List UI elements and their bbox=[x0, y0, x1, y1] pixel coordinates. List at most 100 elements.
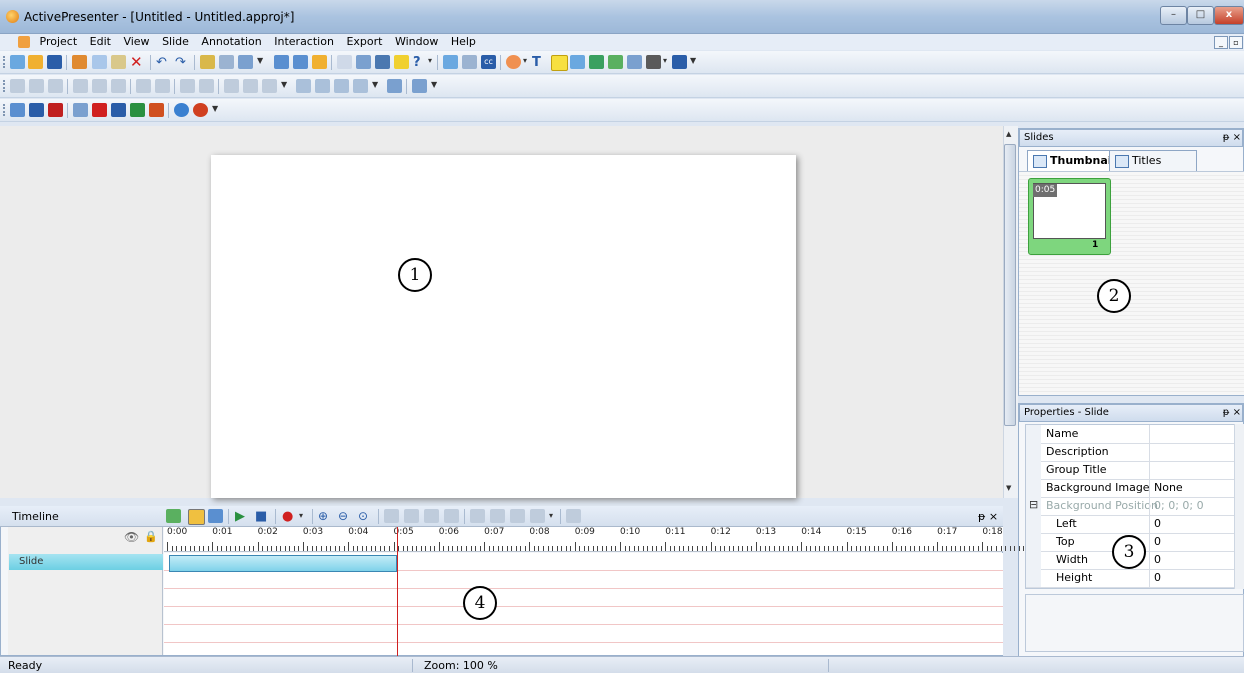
menu-view[interactable]: View bbox=[123, 34, 149, 50]
menu-edit[interactable]: Edit bbox=[90, 34, 111, 50]
playhead[interactable] bbox=[397, 527, 398, 656]
timeline-slide-icon[interactable] bbox=[166, 509, 181, 523]
menu-window[interactable]: Window bbox=[395, 34, 438, 50]
maximize-button[interactable]: □ bbox=[1187, 6, 1214, 25]
zoom-n-pan-icon[interactable] bbox=[608, 55, 623, 69]
spotlight-icon[interactable] bbox=[570, 55, 585, 69]
export-video-icon[interactable] bbox=[29, 103, 44, 117]
slides-panel-pin-close[interactable]: ᵽ × bbox=[1223, 130, 1241, 145]
property-row[interactable]: Group Title bbox=[1026, 461, 1236, 480]
timeline-sync-icon[interactable] bbox=[208, 509, 223, 523]
audio-adjust-icon[interactable] bbox=[530, 509, 545, 523]
record-screen-icon[interactable] bbox=[274, 55, 289, 69]
timeline-ruler[interactable]: 0:00 0:01 0:02 0:03 0:04 0:05 0:06 0:07 0:08 0:09… bbox=[164, 527, 1025, 552]
record-icon[interactable]: ● bbox=[282, 509, 297, 524]
close-button[interactable]: x bbox=[1214, 6, 1244, 25]
split-icon[interactable] bbox=[444, 509, 459, 523]
group-icon[interactable] bbox=[387, 79, 402, 93]
chevron-down-icon[interactable]: ▾ bbox=[523, 56, 527, 65]
open-icon[interactable] bbox=[28, 55, 43, 69]
align-center-icon[interactable] bbox=[29, 79, 44, 93]
import-icon[interactable] bbox=[312, 55, 327, 69]
menu-slide[interactable]: Slide bbox=[162, 34, 189, 50]
scorm-icon[interactable] bbox=[174, 103, 189, 117]
lock-icon[interactable]: 🔒 bbox=[144, 530, 158, 543]
note-icon[interactable] bbox=[394, 55, 409, 69]
same-width-icon[interactable] bbox=[224, 79, 239, 93]
chevron-down-icon[interactable]: ▼ bbox=[690, 56, 696, 65]
align-bottom-icon[interactable] bbox=[111, 79, 126, 93]
cut-icon[interactable] bbox=[72, 55, 87, 69]
shape-icon[interactable] bbox=[506, 55, 521, 69]
export-pdf-icon[interactable] bbox=[92, 103, 107, 117]
same-size-icon[interactable] bbox=[262, 79, 277, 93]
zoom-in-icon[interactable]: ⊕ bbox=[318, 509, 333, 523]
export-html-icon[interactable] bbox=[73, 103, 88, 117]
find-icon[interactable] bbox=[238, 55, 253, 69]
crop-icon[interactable] bbox=[462, 55, 477, 69]
property-value[interactable]: 0 bbox=[1154, 571, 1161, 584]
minimize-button[interactable]: – bbox=[1160, 6, 1187, 25]
chevron-down-icon[interactable]: ▼ bbox=[372, 80, 378, 89]
text-caption-icon[interactable] bbox=[356, 55, 371, 69]
property-row[interactable]: Height 0 bbox=[1026, 569, 1236, 588]
tab-titles[interactable]: Titles bbox=[1109, 150, 1197, 171]
bring-front-icon[interactable] bbox=[296, 79, 311, 93]
timeline-loop-icon[interactable] bbox=[188, 509, 205, 525]
chevron-down-icon[interactable]: ▾ bbox=[428, 56, 432, 65]
chevron-down-icon[interactable]: ▼ bbox=[431, 80, 437, 89]
redo-icon[interactable]: ↷ bbox=[175, 55, 190, 70]
send-back-icon[interactable] bbox=[315, 79, 330, 93]
insert-time-icon[interactable] bbox=[384, 509, 399, 523]
chevron-down-icon[interactable]: ▾ bbox=[663, 56, 667, 65]
stop-icon[interactable]: ■ bbox=[255, 509, 270, 524]
toolbar-grip[interactable] bbox=[3, 80, 7, 92]
menu-interaction[interactable]: Interaction bbox=[274, 34, 334, 50]
export-powerpoint-icon[interactable] bbox=[149, 103, 164, 117]
scroll-down-icon[interactable]: ▼ bbox=[1006, 484, 1011, 492]
undo-icon[interactable]: ↶ bbox=[156, 55, 171, 70]
collapse-icon[interactable]: ⊟ bbox=[1029, 498, 1038, 511]
align-left-icon[interactable] bbox=[10, 79, 25, 93]
toolbar-grip[interactable] bbox=[3, 104, 7, 116]
chevron-down-icon[interactable]: ▼ bbox=[212, 104, 218, 113]
property-grid-scrollbar[interactable] bbox=[1234, 424, 1244, 589]
toolbar-grip[interactable] bbox=[3, 56, 7, 68]
scroll-up-icon[interactable]: ▲ bbox=[1006, 130, 1011, 138]
property-value[interactable]: 0 bbox=[1154, 517, 1161, 530]
play-icon[interactable]: ▶ bbox=[235, 509, 250, 524]
marker-icon[interactable] bbox=[566, 509, 581, 523]
menu-project[interactable]: Project bbox=[40, 34, 78, 50]
export-word-icon[interactable] bbox=[111, 103, 126, 117]
highlight-icon[interactable] bbox=[551, 55, 568, 71]
slide-canvas[interactable] bbox=[211, 155, 796, 498]
mdi-restore-button[interactable]: ▫ bbox=[1229, 36, 1243, 49]
new-project-icon[interactable] bbox=[10, 55, 25, 69]
export-flash-icon[interactable] bbox=[10, 103, 25, 117]
track-slide[interactable]: Slide bbox=[9, 554, 163, 570]
text-icon[interactable]: T bbox=[532, 55, 547, 70]
send-backward-icon[interactable] bbox=[353, 79, 368, 93]
property-row[interactable]: Description bbox=[1026, 443, 1236, 462]
image-icon[interactable] bbox=[375, 55, 390, 69]
property-value[interactable]: 0 bbox=[1154, 553, 1161, 566]
chevron-down-icon[interactable]: ▼ bbox=[281, 80, 287, 89]
new-slide-icon[interactable] bbox=[293, 55, 308, 69]
property-value[interactable]: 0 bbox=[1154, 535, 1161, 548]
align-right-icon[interactable] bbox=[48, 79, 63, 93]
fade-out-icon[interactable] bbox=[490, 509, 505, 523]
chevron-down-icon[interactable]: ▾ bbox=[299, 511, 303, 520]
distribute-horizontal-icon[interactable] bbox=[180, 79, 195, 93]
film-icon[interactable] bbox=[672, 55, 687, 69]
center-horizontal-icon[interactable] bbox=[136, 79, 151, 93]
property-row[interactable]: Left 0 bbox=[1026, 515, 1236, 534]
chevron-down-icon[interactable]: ▾ bbox=[549, 511, 553, 520]
volume-icon[interactable] bbox=[510, 509, 525, 523]
save-icon[interactable] bbox=[47, 55, 62, 69]
eye-icon[interactable]: 👁 bbox=[124, 530, 139, 544]
closed-caption-icon[interactable]: cc bbox=[481, 55, 496, 69]
cursor-icon[interactable] bbox=[337, 55, 352, 69]
property-value[interactable]: None bbox=[1154, 481, 1183, 494]
zoom-icon[interactable] bbox=[200, 55, 215, 69]
canvas-scrollbar-thumb[interactable] bbox=[1004, 144, 1016, 426]
